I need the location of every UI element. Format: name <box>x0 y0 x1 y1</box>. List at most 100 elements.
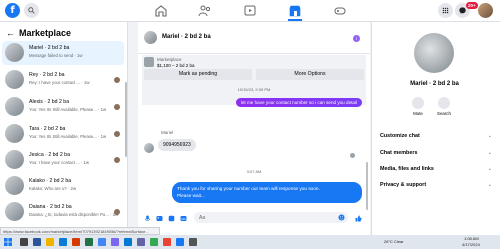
chevron-down-icon: ⌄ <box>487 150 492 156</box>
search-conversation-button[interactable]: Search <box>434 97 454 116</box>
chat-title[interactable]: Mariel · 2 bd 2 ba <box>162 34 211 40</box>
conversation-preview: Kalako: Who are u? · 2w <box>29 186 77 191</box>
conversation-name: Jesica · 2 bd 2 ba <box>29 152 70 158</box>
conversation-preview: You: Yes Its Still Available, Please... … <box>29 107 107 112</box>
nav-marketplace-tab[interactable] <box>288 4 302 21</box>
marketplace-title: ← Marketplace <box>6 28 71 38</box>
conversation-item[interactable]: Kalako · 2 bd 2 ba Kalako: Who are u? · … <box>2 174 124 198</box>
conversation-item[interactable]: Jesica · 2 bd 2 ba You: I have your cont… <box>2 148 124 172</box>
nav-home-tab[interactable] <box>154 4 168 17</box>
menu-button[interactable] <box>438 3 453 18</box>
contact-name: Mariel · 2 bd 2 ba <box>410 81 459 87</box>
app-icon[interactable] <box>163 238 171 246</box>
sticker-button[interactable] <box>168 215 175 222</box>
weather-widget[interactable]: 26°C Clear <box>384 239 404 244</box>
info-icon[interactable]: i <box>353 35 360 42</box>
app-icon[interactable] <box>176 238 184 246</box>
avatar <box>5 150 24 169</box>
avatar <box>5 202 24 221</box>
conversation-name: Rey · 2 bd 2 ba <box>29 72 65 78</box>
seen-avatar <box>350 153 355 158</box>
conversation-item[interactable]: Tara · 2 bd 2 ba You: Yes Its Still Avai… <box>2 122 124 146</box>
svg-text:GIF: GIF <box>181 217 186 221</box>
avatar <box>5 70 24 89</box>
profile-avatar[interactable] <box>478 3 493 18</box>
link-status-bar: https://www.facebook.com/marketplace/ite… <box>0 227 160 235</box>
conversation-name: Daiana · 2 bd 2 ba <box>29 204 72 210</box>
conversation-preview: Daiana: ¿Si, todavia está disponible! Po… <box>29 212 119 217</box>
more-options-button[interactable]: More Options <box>256 69 364 80</box>
search-label: Search <box>437 111 451 116</box>
message-input[interactable]: Aa <box>194 212 348 223</box>
conversation-preview: Message failed to send · 1w <box>29 53 83 58</box>
task-view-icon[interactable] <box>33 238 41 246</box>
friends-icon <box>198 5 211 17</box>
thumbs-up-icon <box>355 215 362 222</box>
seen-avatar <box>114 209 120 215</box>
contact-avatar[interactable] <box>414 33 454 73</box>
app-icon[interactable] <box>124 238 132 246</box>
photo-button[interactable] <box>156 215 163 222</box>
chat-scrollbar[interactable] <box>366 162 368 210</box>
chat-header: Mariel · 2 bd 2 ba i <box>138 22 370 54</box>
facebook-logo[interactable]: f <box>5 3 20 18</box>
video-icon <box>244 5 256 16</box>
gif-button[interactable]: GIF <box>180 215 187 222</box>
office-icon[interactable] <box>72 238 80 246</box>
mark-as-pending-button[interactable]: Mark as pending <box>144 69 252 80</box>
teams-icon[interactable] <box>137 238 145 246</box>
conversation-name: Alexis · 2 bd 2 ba <box>29 99 70 105</box>
conversation-list-panel: ← Marketplace Mariel · 2 bd 2 ba Message … <box>0 22 128 235</box>
message-input-placeholder: Aa <box>199 214 206 221</box>
file-explorer-icon[interactable] <box>46 238 54 246</box>
microphone-button[interactable] <box>144 215 151 222</box>
nav-gaming-tab[interactable] <box>333 4 347 17</box>
clock-date[interactable]: 4/17/2024 <box>462 242 480 247</box>
app-icon[interactable] <box>189 238 197 246</box>
conversation-details-panel: Mariel · 2 bd 2 ba Mute Search Customize… <box>371 22 500 235</box>
chevron-down-icon: ⌄ <box>487 133 492 139</box>
chat-panel: Mariel · 2 bd 2 ba i Marketplace $1,100 … <box>138 22 370 235</box>
windows-start-icon[interactable] <box>4 238 12 246</box>
conversation-preview: Rey: I have your contact ... · 1w <box>29 80 90 85</box>
marketplace-icon <box>289 5 301 17</box>
incoming-message[interactable]: 9094956923 <box>158 139 196 151</box>
home-icon <box>155 5 167 17</box>
excel-icon[interactable] <box>85 238 93 246</box>
conversation-item[interactable]: Mariel · 2 bd 2 ba Message failed to sen… <box>2 41 124 65</box>
search-taskbar-icon[interactable] <box>20 238 28 246</box>
like-button[interactable] <box>355 215 362 222</box>
message-line: Please wait... <box>177 192 205 198</box>
conversation-name: Mariel · 2 bd 2 ba <box>29 45 70 51</box>
app-icon[interactable] <box>111 238 119 246</box>
back-arrow-icon[interactable]: ← <box>6 28 15 38</box>
clock-time[interactable]: 1:08 AM <box>464 236 479 241</box>
conversation-list-scrollbar[interactable] <box>125 82 127 157</box>
panel-title: Marketplace <box>19 28 72 38</box>
nav-watch-tab[interactable] <box>243 4 257 17</box>
search-button[interactable] <box>24 3 39 18</box>
emoji-icon[interactable] <box>338 214 345 221</box>
edge-icon[interactable] <box>59 238 67 246</box>
chat-members-item[interactable]: Chat members <box>380 150 417 156</box>
app-icon[interactable] <box>150 238 158 246</box>
messenger-icon <box>459 7 466 14</box>
avatar <box>144 143 154 153</box>
outgoing-message[interactable]: let me have your contact number so i can… <box>235 98 362 107</box>
conversation-item[interactable]: Daiana · 2 bd 2 ba Daiana: ¿Si, todavia … <box>2 200 124 224</box>
outgoing-message[interactable]: Thank you for sharing your number our te… <box>172 182 362 203</box>
nav-friends-tab[interactable] <box>198 4 212 17</box>
customize-chat-item[interactable]: Customize chat <box>380 133 420 139</box>
mute-button[interactable]: Mute <box>408 97 428 116</box>
conversation-item[interactable]: Alexis · 2 bd 2 ba You: Yes Its Still Av… <box>2 95 124 119</box>
avatar <box>5 124 24 143</box>
privacy-support-item[interactable]: Privacy & support <box>380 182 426 188</box>
chrome-icon[interactable] <box>98 238 106 246</box>
gaming-icon <box>334 7 346 15</box>
media-files-links-item[interactable]: Media, files and links <box>380 166 434 172</box>
sticker-icon <box>168 215 175 222</box>
listing-thumbnail[interactable] <box>144 57 154 67</box>
conversation-item[interactable]: Rey · 2 bd 2 ba Rey: I have your contact… <box>2 68 124 92</box>
avatar <box>5 97 24 116</box>
gif-icon: GIF <box>180 216 187 221</box>
